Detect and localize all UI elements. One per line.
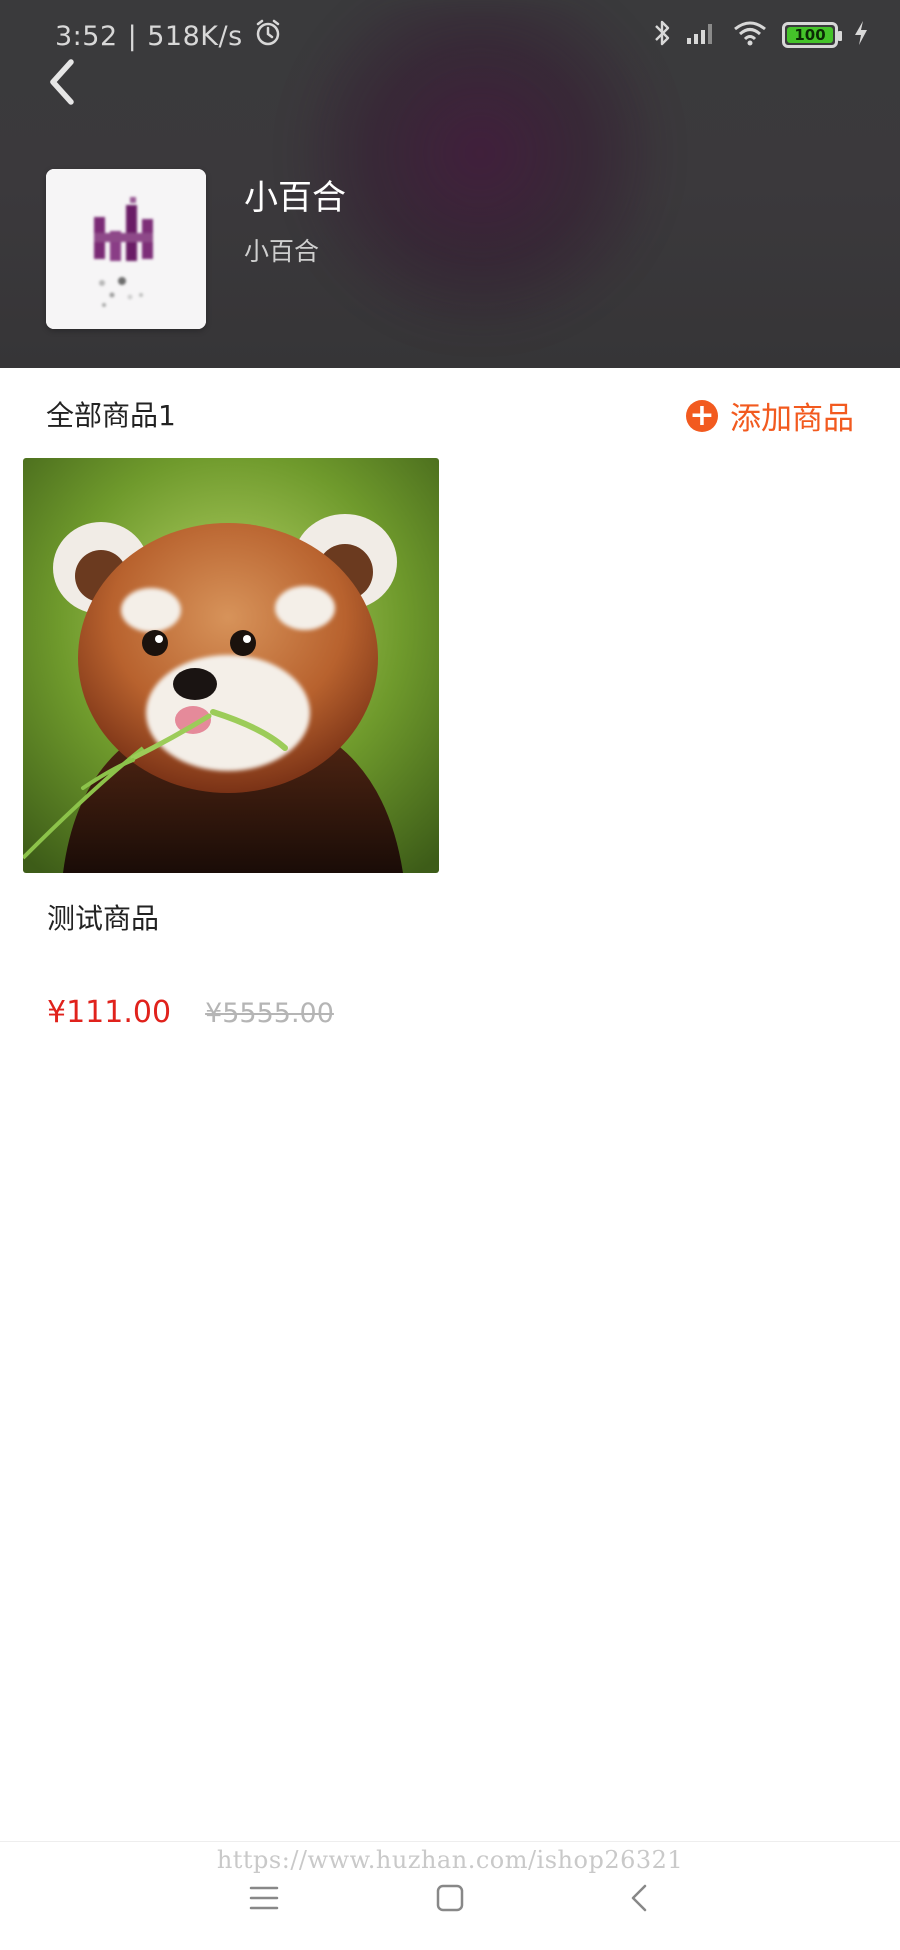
status-separator: | [127, 21, 138, 52]
add-product-label: 添加商品 [730, 401, 854, 437]
menu-button[interactable] [242, 1876, 286, 1920]
chevron-left-icon [50, 59, 74, 105]
status-left: 3:52 | 518K/s [55, 18, 283, 55]
status-right: 100 [652, 18, 870, 52]
watermark: https://www.huzhan.com/ishop26321 [216, 1846, 684, 1874]
bluetooth-icon [652, 18, 672, 52]
plus-circle-icon: + [686, 399, 718, 432]
status-bar: 3:52 | 518K/s 100 [0, 0, 900, 74]
nav-divider [0, 1841, 900, 1842]
shop-description: 小百合 [244, 237, 320, 266]
all-products-title: 全部商品1 [46, 399, 176, 432]
charging-icon [852, 19, 870, 51]
status-net-speed: 518K/s [147, 21, 243, 52]
wifi-icon [732, 19, 768, 51]
alarm-icon [253, 18, 283, 55]
battery-level: 100 [787, 27, 833, 43]
back-triangle-icon [631, 1884, 647, 1912]
system-back-button[interactable] [617, 1876, 661, 1920]
status-time: 3:52 [55, 21, 118, 52]
product-original-price: ¥5555.00 [205, 998, 334, 1029]
shop-header: 3:52 | 518K/s 100 小百合 小百合 [0, 0, 900, 368]
home-square-icon [436, 1884, 464, 1912]
back-button[interactable] [36, 52, 86, 112]
shop-logo [46, 169, 206, 329]
system-nav-bar [0, 1872, 900, 1924]
price-row: ¥111.00 ¥5555.00 [47, 995, 467, 1030]
menu-icon [249, 1886, 279, 1910]
product-image[interactable] [23, 458, 439, 873]
add-product-button[interactable]: + 添加商品 [686, 393, 854, 438]
home-button[interactable] [428, 1876, 472, 1920]
product-card[interactable]: 测试商品 ¥111.00 ¥5555.00 [23, 458, 439, 1030]
signal-icon [686, 20, 718, 50]
shop-name: 小百合 [244, 178, 346, 218]
product-price: ¥111.00 [47, 995, 172, 1030]
battery-icon: 100 [782, 22, 842, 48]
product-name: 测试商品 [47, 902, 160, 935]
